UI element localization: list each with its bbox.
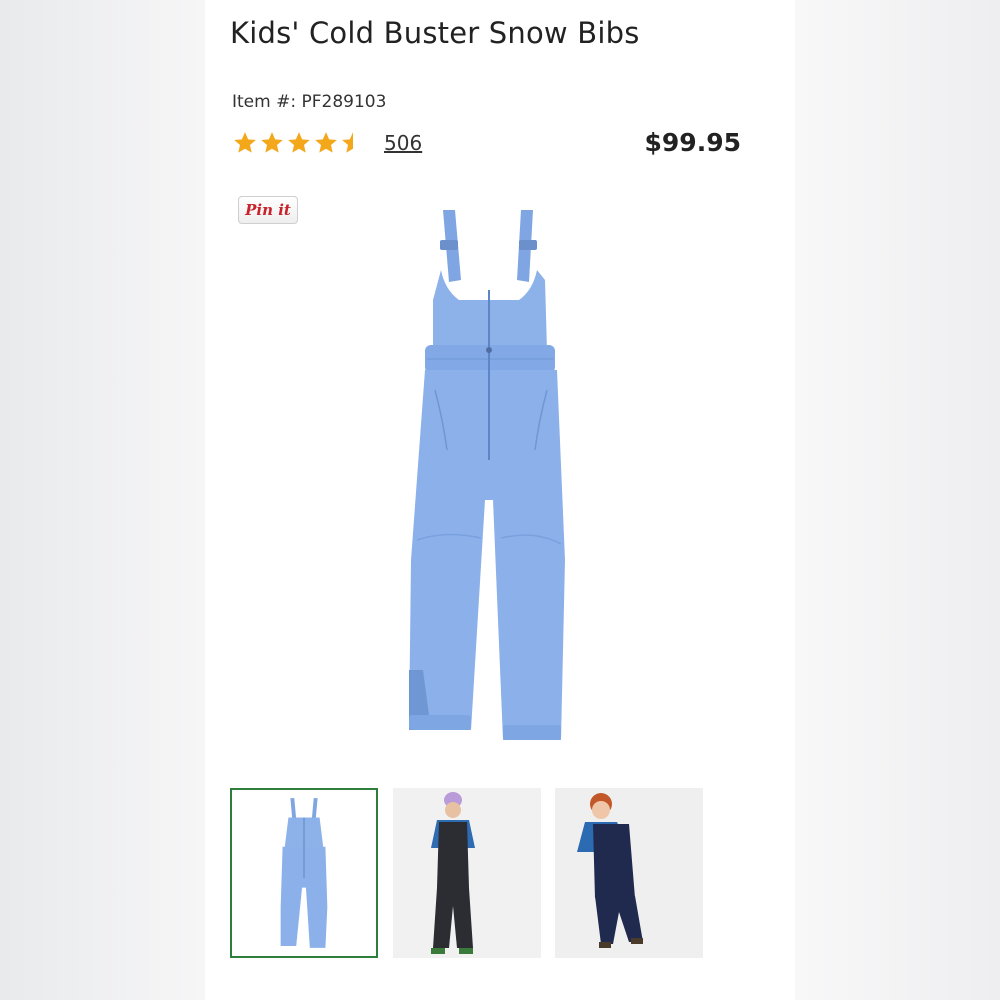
main-product-image[interactable] xyxy=(385,200,605,750)
star-icon xyxy=(288,132,310,153)
pinterest-pin-button[interactable]: Pin it xyxy=(238,196,298,224)
half-star-icon xyxy=(342,132,364,153)
review-count-link[interactable]: 506 xyxy=(384,131,422,155)
product-title: Kids' Cold Buster Snow Bibs xyxy=(230,16,640,50)
thumbnail-boy-model[interactable] xyxy=(555,788,703,958)
star-icon xyxy=(234,132,256,153)
left-backdrop xyxy=(0,0,205,1000)
star-icon xyxy=(261,132,283,153)
item-number: Item #: PF289103 xyxy=(232,92,387,112)
right-backdrop xyxy=(795,0,1000,1000)
product-price: $99.95 xyxy=(644,128,741,157)
star-icon xyxy=(315,132,337,153)
star-rating[interactable] xyxy=(232,130,366,156)
product-card: Kids' Cold Buster Snow Bibs Item #: PF28… xyxy=(205,0,795,1000)
rating-row: 506 xyxy=(232,128,422,158)
thumbnail-product[interactable] xyxy=(230,788,378,958)
thumbnail-girl-model[interactable] xyxy=(393,788,541,958)
